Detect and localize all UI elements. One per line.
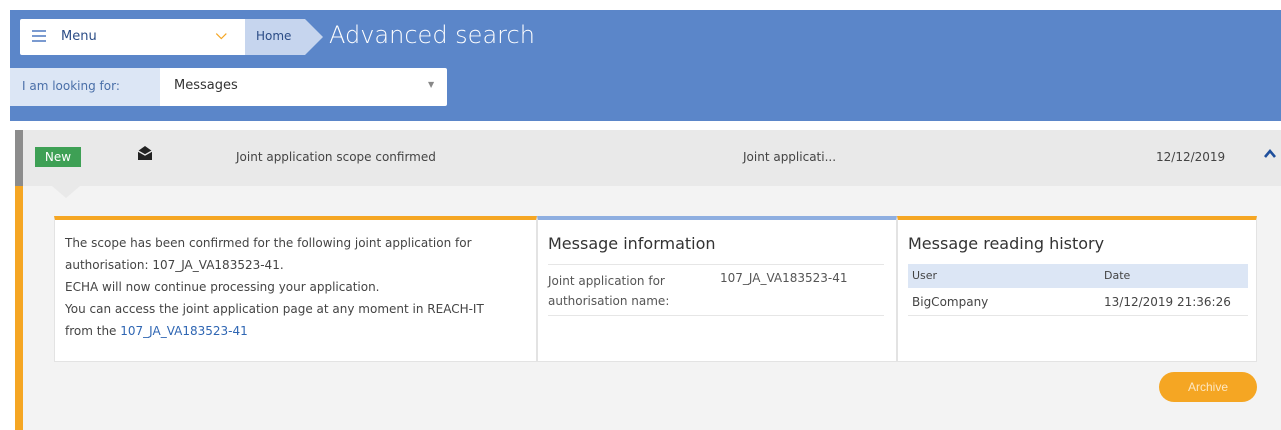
hamburger-icon (32, 30, 46, 42)
message-category: Joint applicati... (743, 150, 837, 164)
info-label: Joint application for authorisation name… (548, 274, 670, 308)
history-col-date: Date (1104, 269, 1131, 282)
message-info-title: Message information (548, 234, 716, 253)
chevron-down-icon[interactable]: ⌵ (216, 27, 227, 43)
body-line: You can access the joint application pag… (65, 302, 484, 316)
message-info-panel: Message information Joint application fo… (537, 216, 897, 362)
info-value: 107_JA_VA183523-41 (720, 271, 848, 285)
looking-for-value: Messages (174, 78, 238, 93)
info-row: Joint application for authorisation name… (548, 264, 884, 316)
menu-label: Menu (61, 29, 97, 44)
looking-for-select[interactable]: I am looking for: Messages ▼ (10, 68, 447, 106)
body-line-last: from the 107_JA_VA183523-41 (65, 320, 530, 342)
message-date: 12/12/2019 (1156, 150, 1226, 164)
history-date: 13/12/2019 21:36:26 (1104, 295, 1231, 309)
menu-dropdown[interactable]: Menu ⌵ (20, 19, 245, 55)
new-badge: New (35, 147, 81, 167)
history-user: BigCompany (912, 295, 989, 309)
body-line: The scope has been confirmed for the fol… (65, 236, 472, 250)
joint-application-link[interactable]: 107_JA_VA183523-41 (120, 324, 248, 338)
breadcrumb-arrow-icon (305, 19, 323, 55)
archive-button[interactable]: Archive (1159, 372, 1257, 402)
caret-down-icon: ▼ (428, 80, 435, 89)
message-body-text: The scope has been confirmed for the fol… (65, 232, 530, 342)
body-link-prefix: from the (65, 324, 121, 338)
body-line: ECHA will now continue processing your a… (65, 280, 380, 294)
envelope-open-icon (137, 146, 153, 160)
message-detail: The scope has been confirmed for the fol… (15, 186, 1281, 430)
looking-for-label: I am looking for: (22, 79, 120, 93)
reading-history-title: Message reading history (908, 234, 1105, 253)
body-line: authorisation: 107_JA_VA183523-41. (65, 258, 284, 272)
reading-history-panel: Message reading history User Date BigCom… (897, 216, 1257, 362)
chevron-up-icon[interactable] (1263, 147, 1277, 161)
history-table-header: User Date (908, 264, 1248, 288)
table-row: BigCompany 13/12/2019 21:36:26 (908, 288, 1248, 316)
message-row[interactable]: New Joint application scope confirmed Jo… (15, 130, 1281, 186)
page-title: Advanced search (329, 21, 535, 49)
message-subject: Joint application scope confirmed (236, 150, 436, 164)
breadcrumb-home-label: Home (256, 29, 292, 43)
history-col-user: User (912, 269, 938, 282)
message-body-panel: The scope has been confirmed for the fol… (54, 216, 537, 362)
looking-for-label-box: I am looking for: (10, 68, 160, 106)
header-bar: Menu ⌵ Home Advanced search I am looking… (10, 10, 1281, 121)
row-pointer-notch (52, 186, 80, 198)
breadcrumb-home[interactable]: Home (245, 19, 305, 55)
